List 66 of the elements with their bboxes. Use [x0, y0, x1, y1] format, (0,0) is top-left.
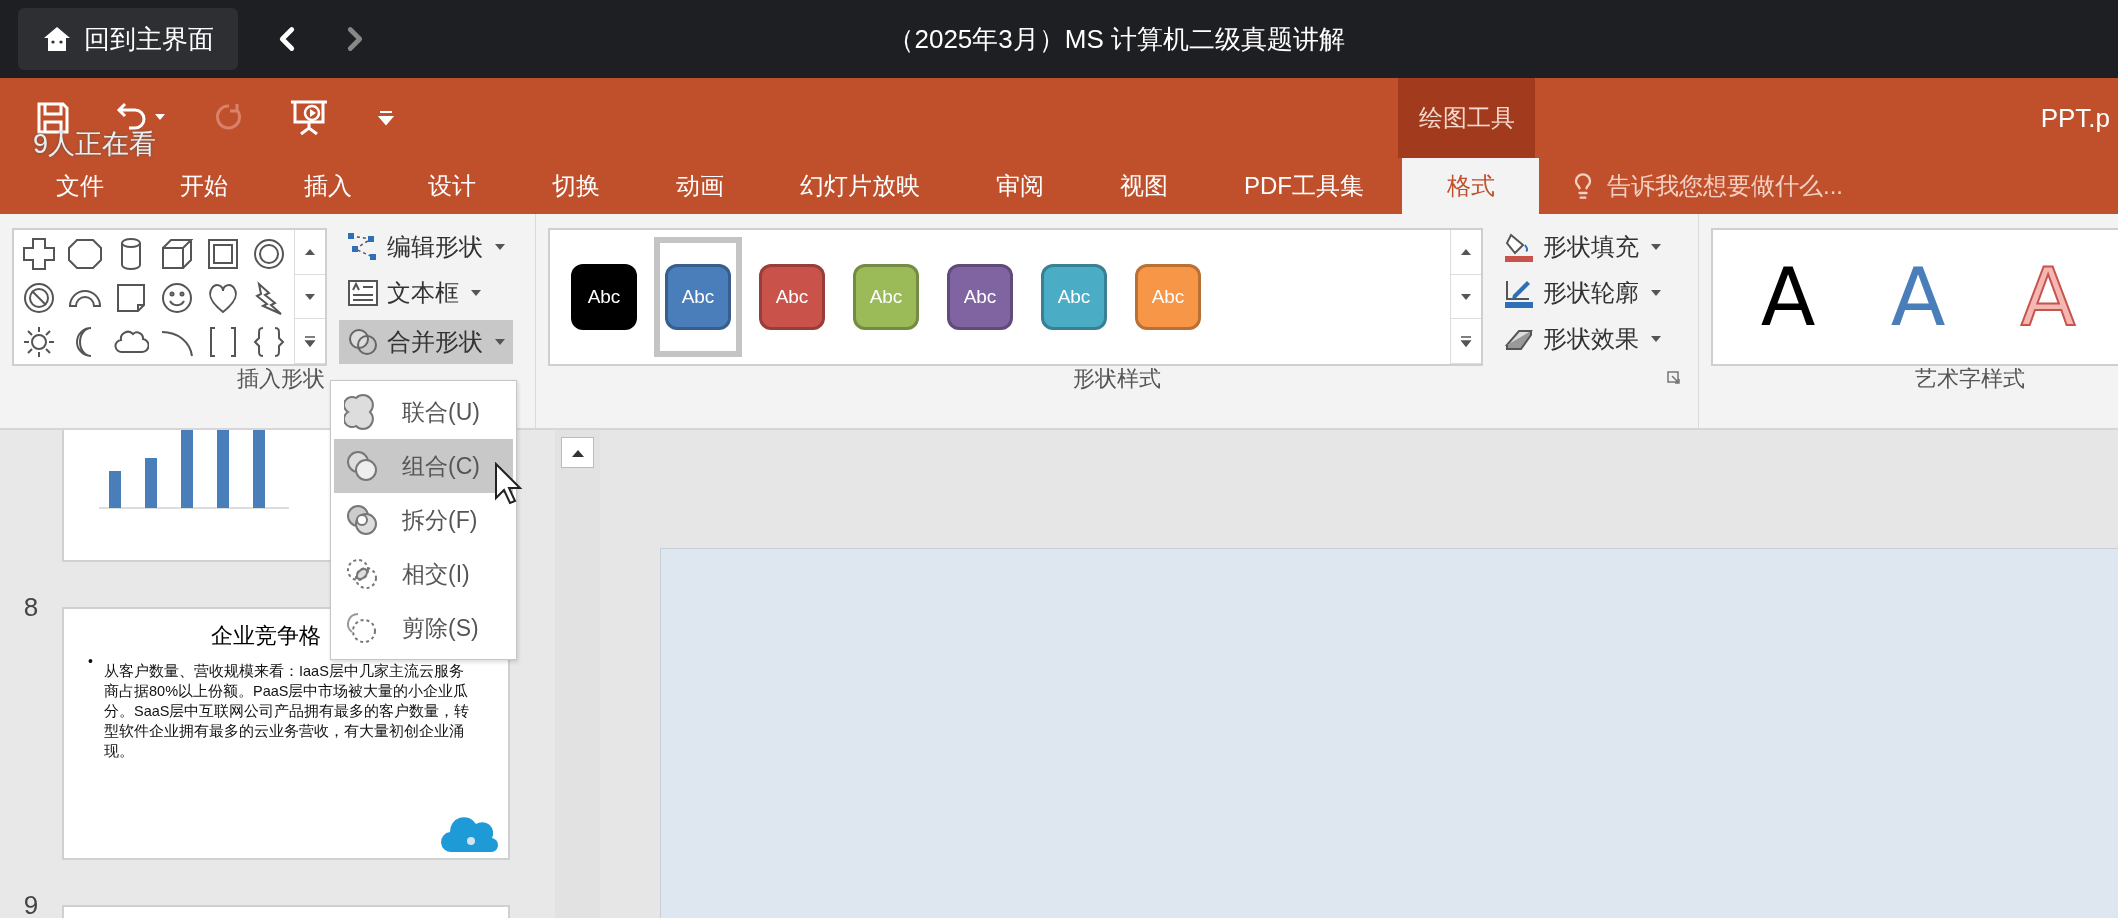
- bullet: •: [88, 652, 93, 671]
- ribbon-tab[interactable]: 动画: [638, 158, 762, 214]
- slide-title: 企业竞争格: [211, 623, 321, 648]
- home-button[interactable]: 回到主界面: [18, 8, 238, 70]
- ribbon-button[interactable]: 形状填充: [1495, 228, 1669, 266]
- text-box-icon: [347, 278, 379, 308]
- group-label: 艺术字样式: [1914, 366, 2025, 391]
- ribbon-tab[interactable]: 文件: [18, 158, 142, 214]
- tell-me-field[interactable]: 告诉我您想要做什么...: [1607, 170, 1843, 202]
- sun-icon[interactable]: [21, 324, 57, 360]
- octagon-icon[interactable]: [67, 236, 103, 272]
- ribbon-tab[interactable]: 格式: [1402, 158, 1539, 214]
- more-icon[interactable]: [303, 334, 317, 349]
- ribbon-tab[interactable]: 开始: [142, 158, 266, 214]
- frame-icon[interactable]: [205, 236, 241, 272]
- ribbon-button[interactable]: 编辑形状: [339, 228, 513, 266]
- scroll-up-button[interactable]: [561, 437, 594, 468]
- paint-bucket-icon: [1503, 231, 1535, 263]
- ribbon-tab[interactable]: 插入: [266, 158, 390, 214]
- style-swatch[interactable]: Abc: [665, 264, 731, 330]
- cube-icon[interactable]: [159, 236, 195, 272]
- cross-icon[interactable]: [21, 236, 57, 272]
- ribbon-tab[interactable]: 审阅: [958, 158, 1082, 214]
- edit-shape-icon: [347, 232, 379, 262]
- wordart-style[interactable]: A: [1723, 250, 1853, 344]
- menu-item[interactable]: 联合(U): [334, 385, 513, 439]
- dialog-launcher-icon[interactable]: [1666, 370, 1682, 386]
- slide-body-text: 从客户数量、营收规模来看：IaaS层中几家主流云服务商占据80%以上份额。PaaS层中市场被大量的小企业瓜分。SaaS层中互联网公司产品拥有最多的客户数量，转型软件企业拥有最多的云业务营收，有大量初创企业涌现。: [104, 663, 470, 759]
- group-label: 插入形状: [237, 366, 325, 391]
- ribbon-tab[interactable]: 设计: [390, 158, 514, 214]
- style-swatch[interactable]: Abc: [1041, 264, 1107, 330]
- no-symbol-icon[interactable]: [21, 280, 57, 316]
- ribbon-button[interactable]: 形状效果: [1495, 320, 1669, 358]
- wordart-style[interactable]: A: [1853, 250, 1983, 344]
- chart-bar: [109, 471, 121, 508]
- ribbon-button[interactable]: 文本框: [339, 274, 513, 312]
- style-swatch[interactable]: Abc: [759, 264, 825, 330]
- ribbon-button[interactable]: 合并形状: [339, 320, 513, 364]
- menu-item[interactable]: 组合(C): [334, 439, 513, 493]
- donut-icon[interactable]: [251, 236, 287, 272]
- menu-item[interactable]: 相交(I): [334, 547, 513, 601]
- intersect-icon: [344, 556, 380, 592]
- menu-item[interactable]: 拆分(F): [334, 493, 513, 547]
- file-name: PPT.p: [2040, 102, 2111, 134]
- chart-bar: [145, 458, 157, 508]
- ribbon-button[interactable]: 形状轮廓: [1495, 274, 1669, 312]
- style-swatch[interactable]: Abc: [947, 264, 1013, 330]
- cloud-icon: [440, 814, 500, 854]
- style-swatch[interactable]: Abc: [571, 264, 637, 330]
- ribbon-tab[interactable]: PDF工具集: [1206, 158, 1402, 214]
- ribbon-tab[interactable]: 幻灯片放映: [762, 158, 958, 214]
- group-label: 形状样式: [1073, 366, 1161, 391]
- combine-icon: [344, 448, 380, 484]
- slide-number: 9: [22, 893, 40, 918]
- smiley-icon[interactable]: [159, 280, 195, 316]
- slide-number: 8: [22, 595, 40, 624]
- video-title: （2025年3月）MS 计算机二级真题讲解: [888, 22, 1345, 56]
- more-icon[interactable]: [1459, 334, 1473, 349]
- context-tab-header: 绘图工具: [1398, 78, 1535, 158]
- fragment-icon: [344, 502, 380, 538]
- braces-icon[interactable]: [251, 324, 287, 360]
- ribbon-tab[interactable]: 切换: [514, 158, 638, 214]
- merge-shapes-icon: [347, 327, 379, 357]
- ribbon-tab[interactable]: 视图: [1082, 158, 1206, 214]
- home-icon: [42, 25, 72, 53]
- viewer-count: 9人正在看: [33, 128, 157, 161]
